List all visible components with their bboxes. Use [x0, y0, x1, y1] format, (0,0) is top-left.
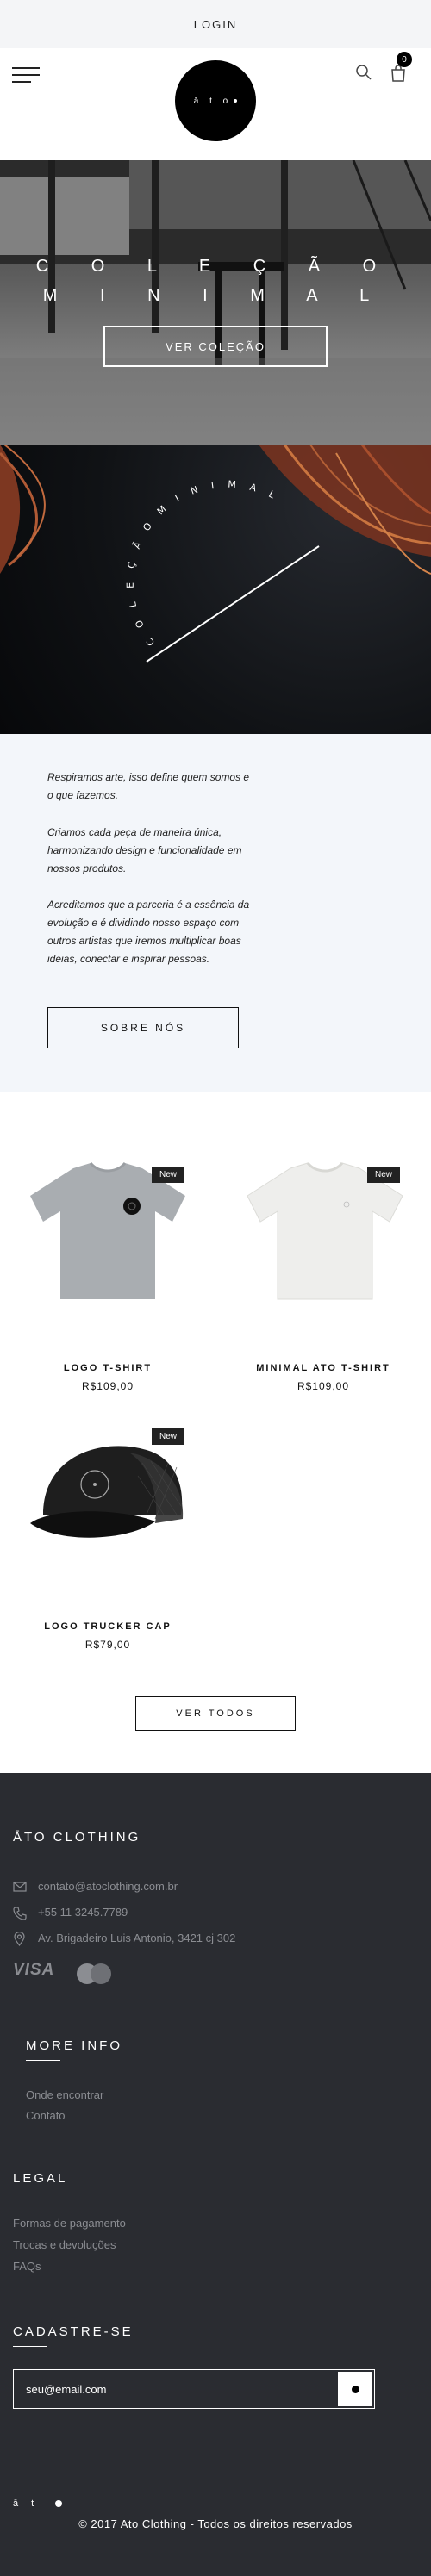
- logo-text: ā t o: [193, 96, 233, 106]
- hero-banner: C O L E Ç Ã O M I N I M A L VER COLEÇÃO: [0, 160, 431, 445]
- about-paragraph-3: Acreditamos que a parceria é a essência …: [47, 899, 250, 965]
- about-us-button[interactable]: SOBRE NÓS: [47, 1007, 239, 1048]
- new-badge: New: [152, 1167, 185, 1183]
- product-name[interactable]: MINIMAL ATO T-SHIRT: [216, 1363, 431, 1373]
- newsletter-title: CADASTRE-SE: [13, 2324, 134, 2339]
- product-price: R$109,00: [81, 1380, 134, 1392]
- newsletter-form: [13, 2369, 375, 2409]
- about-section: Respiramos arte, isso define quem somos …: [0, 734, 431, 1092]
- search-icon[interactable]: [355, 64, 372, 81]
- footer-link-contact[interactable]: Contato: [26, 2109, 66, 2122]
- more-info-title: MORE INFO: [26, 2038, 122, 2053]
- footer-phone[interactable]: +55 11 3245.7789: [38, 1906, 128, 1919]
- newsletter-email-input[interactable]: [26, 2380, 319, 2398]
- visa-icon: VISA: [13, 1961, 55, 1979]
- site-footer: ĀTO CLOTHING contato@atoclothing.com.br …: [0, 1773, 431, 2576]
- copyright-text: © 2017 Ato Clothing - Todos os direitos …: [78, 2517, 353, 2530]
- footer-brand: ĀTO CLOTHING: [13, 1830, 141, 1845]
- about-paragraph-2: Criamos cada peça de maneira única, harm…: [47, 826, 242, 874]
- menu-icon[interactable]: [12, 67, 40, 84]
- product-price: R$109,00: [297, 1380, 350, 1392]
- product-card[interactable]: New LOGO T-SHIRT R$109,00: [0, 1092, 216, 1403]
- legal-title: LEGAL: [13, 2171, 68, 2186]
- view-collection-button[interactable]: VER COLEÇÃO: [103, 326, 328, 367]
- product-card[interactable]: New MINIMAL ATO T-SHIRT R$109,00: [216, 1092, 431, 1403]
- new-badge: New: [152, 1428, 185, 1445]
- site-header: ā t o 0: [0, 48, 431, 160]
- footer-email[interactable]: contato@atoclothing.com.br: [38, 1880, 178, 1893]
- newsletter-submit-button[interactable]: [338, 2372, 372, 2406]
- view-all-button[interactable]: VER TODOS: [135, 1696, 296, 1731]
- product-price: R$79,00: [84, 1639, 131, 1651]
- login-link[interactable]: LOGIN: [194, 18, 237, 31]
- cart-count-badge: 0: [397, 52, 412, 67]
- top-bar: LOGIN: [0, 0, 431, 48]
- collection-banner[interactable]: C O L E Ç Ã O M I N I M A L: [0, 445, 431, 734]
- hair-background-image: C O L E Ç Ã O M I N I M A L: [0, 445, 431, 663]
- more-info-underline: [26, 2060, 60, 2061]
- product-card[interactable]: New LOGO TRUCKER CAP R$79,00: [0, 1403, 216, 1678]
- product-name[interactable]: LOGO TRUCKER CAP: [0, 1621, 216, 1632]
- curved-collection-text: C O L E Ç Ã O M I N I M A L: [125, 479, 277, 649]
- submit-dot-icon: [351, 2385, 359, 2393]
- footer-link-payment-methods[interactable]: Formas de pagamento: [13, 2217, 126, 2230]
- product-name[interactable]: LOGO T-SHIRT: [0, 1363, 216, 1373]
- footer-link-where-to-find[interactable]: Onde encontrar: [26, 2088, 103, 2101]
- footer-address: Av. Brigadeiro Luis Antonio, 3421 cj 302: [38, 1932, 236, 1944]
- hero-title-line1: C O L E Ç Ã O: [35, 257, 396, 276]
- mastercard-icon: [77, 1963, 111, 1984]
- hero-title-line2: M I N I M A L: [42, 286, 389, 305]
- product-image-trucker-cap[interactable]: [26, 1428, 190, 1562]
- about-paragraph-1: Respiramos arte, isso define quem somos …: [47, 771, 250, 801]
- footer-link-faqs[interactable]: FAQs: [13, 2260, 41, 2273]
- location-pin-icon: [14, 1932, 25, 1946]
- phone-icon: [13, 1907, 27, 1920]
- newsletter-underline: [13, 2346, 47, 2347]
- footer-logo-text: ā t: [13, 2498, 40, 2509]
- mail-icon: [13, 1882, 27, 1892]
- footer-logo[interactable]: ā t: [13, 2498, 63, 2509]
- svg-text:C O L E Ç Ã O M I N I M A L: C O L E Ç Ã O M I N I M A L: [125, 479, 282, 649]
- footer-link-returns[interactable]: Trocas e devoluções: [13, 2238, 116, 2251]
- footer-logo-dot: [55, 2500, 63, 2508]
- new-badge: New: [367, 1167, 401, 1183]
- products-section: New LOGO T-SHIRT R$109,00 New MINIMAL AT…: [0, 1092, 431, 1773]
- site-logo[interactable]: ā t o: [175, 60, 256, 141]
